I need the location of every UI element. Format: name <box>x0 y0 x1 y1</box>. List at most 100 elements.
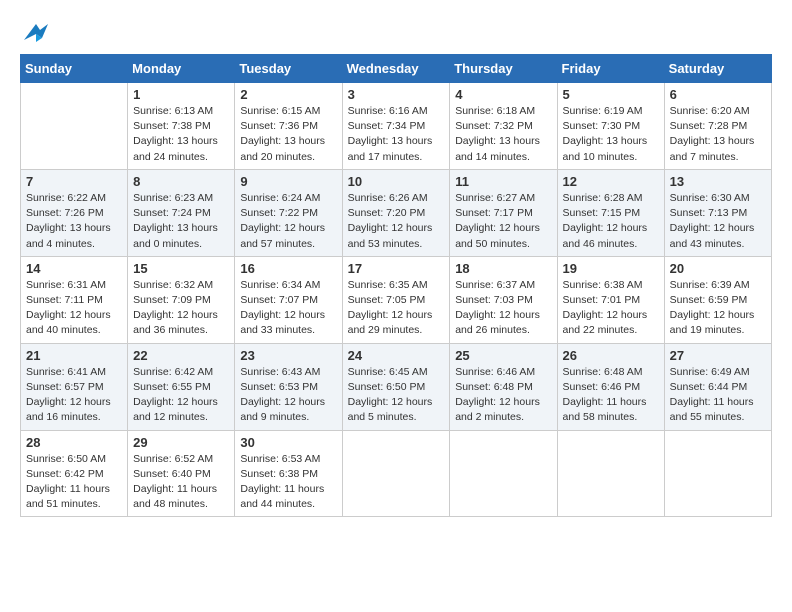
weekday-header-wednesday: Wednesday <box>342 55 450 83</box>
calendar-table: SundayMondayTuesdayWednesdayThursdayFrid… <box>20 54 772 517</box>
day-info: Sunrise: 6:26 AMSunset: 7:20 PMDaylight:… <box>348 191 445 252</box>
day-cell-12: 12 Sunrise: 6:28 AMSunset: 7:15 PMDayligh… <box>557 169 664 256</box>
day-info: Sunrise: 6:53 AMSunset: 6:38 PMDaylight:… <box>240 452 336 513</box>
day-cell-17: 17 Sunrise: 6:35 AMSunset: 7:05 PMDayligh… <box>342 256 450 343</box>
empty-cell <box>342 430 450 517</box>
day-info: Sunrise: 6:48 AMSunset: 6:46 PMDaylight:… <box>563 365 659 426</box>
day-number: 8 <box>133 174 229 189</box>
empty-cell <box>557 430 664 517</box>
day-info: Sunrise: 6:24 AMSunset: 7:22 PMDaylight:… <box>240 191 336 252</box>
day-cell-5: 5Sunrise: 6:19 AMSunset: 7:30 PMDaylight… <box>557 83 664 170</box>
day-info: Sunrise: 6:46 AMSunset: 6:48 PMDaylight:… <box>455 365 551 426</box>
weekday-header-friday: Friday <box>557 55 664 83</box>
empty-cell <box>21 83 128 170</box>
day-number: 21 <box>26 348 122 363</box>
week-row-2: 7Sunrise: 6:22 AMSunset: 7:26 PMDaylight… <box>21 169 772 256</box>
day-number: 9 <box>240 174 336 189</box>
day-info: Sunrise: 6:30 AMSunset: 7:13 PMDaylight:… <box>670 191 766 252</box>
day-cell-13: 13 Sunrise: 6:30 AMSunset: 7:13 PMDayligh… <box>664 169 771 256</box>
day-number: 6 <box>670 87 766 102</box>
day-number: 7 <box>26 174 122 189</box>
day-info: Sunrise: 6:49 AMSunset: 6:44 PMDaylight:… <box>670 365 766 426</box>
day-cell-4: 4 Sunrise: 6:18 AMSunset: 7:32 PMDaylight… <box>450 83 557 170</box>
day-number: 18 <box>455 261 551 276</box>
day-cell-19: 19 Sunrise: 6:38 AMSunset: 7:01 PMDayligh… <box>557 256 664 343</box>
day-info: Sunrise: 6:34 AMSunset: 7:07 PMDaylight:… <box>240 278 336 339</box>
day-number: 4 <box>455 87 551 102</box>
day-number: 11 <box>455 174 551 189</box>
day-info: Sunrise: 6:13 AMSunset: 7:38 PMDaylight:… <box>133 104 229 165</box>
day-cell-3: 3 Sunrise: 6:16 AMSunset: 7:34 PMDaylight… <box>342 83 450 170</box>
day-number: 14 <box>26 261 122 276</box>
day-cell-28: 28Sunrise: 6:50 AMSunset: 6:42 PMDayligh… <box>21 430 128 517</box>
day-cell-8: 8 Sunrise: 6:23 AMSunset: 7:24 PMDaylight… <box>128 169 235 256</box>
day-number: 27 <box>670 348 766 363</box>
day-cell-29: 29 Sunrise: 6:52 AMSunset: 6:40 PMDayligh… <box>128 430 235 517</box>
day-info: Sunrise: 6:20 AMSunset: 7:28 PMDaylight:… <box>670 104 766 165</box>
day-info: Sunrise: 6:23 AMSunset: 7:24 PMDaylight:… <box>133 191 229 252</box>
day-number: 17 <box>348 261 445 276</box>
day-number: 29 <box>133 435 229 450</box>
day-cell-14: 14 Sunrise: 6:31 AMSunset: 7:11 PMDayligh… <box>21 256 128 343</box>
day-cell-9: 9 Sunrise: 6:24 AMSunset: 7:22 PMDaylight… <box>235 169 342 256</box>
day-info: Sunrise: 6:39 AMSunset: 6:59 PMDaylight:… <box>670 278 766 339</box>
day-number: 28 <box>26 435 122 450</box>
day-cell-18: 18 Sunrise: 6:37 AMSunset: 7:03 PMDayligh… <box>450 256 557 343</box>
day-cell-1: 1 Sunrise: 6:13 AMSunset: 7:38 PMDaylight… <box>128 83 235 170</box>
day-number: 10 <box>348 174 445 189</box>
day-cell-15: 15 Sunrise: 6:32 AMSunset: 7:09 PMDayligh… <box>128 256 235 343</box>
day-info: Sunrise: 6:16 AMSunset: 7:34 PMDaylight:… <box>348 104 445 165</box>
day-info: Sunrise: 6:31 AMSunset: 7:11 PMDaylight:… <box>26 278 122 339</box>
day-cell-10: 10 Sunrise: 6:26 AMSunset: 7:20 PMDayligh… <box>342 169 450 256</box>
week-row-3: 14 Sunrise: 6:31 AMSunset: 7:11 PMDayligh… <box>21 256 772 343</box>
day-number: 3 <box>348 87 445 102</box>
day-info: Sunrise: 6:45 AMSunset: 6:50 PMDaylight:… <box>348 365 445 426</box>
day-number: 15 <box>133 261 229 276</box>
weekday-header-row: SundayMondayTuesdayWednesdayThursdayFrid… <box>21 55 772 83</box>
day-info: Sunrise: 6:52 AMSunset: 6:40 PMDaylight:… <box>133 452 229 513</box>
day-info: Sunrise: 6:32 AMSunset: 7:09 PMDaylight:… <box>133 278 229 339</box>
day-number: 23 <box>240 348 336 363</box>
day-info: Sunrise: 6:38 AMSunset: 7:01 PMDaylight:… <box>563 278 659 339</box>
day-number: 5 <box>563 87 659 102</box>
empty-cell <box>664 430 771 517</box>
week-row-1: 1 Sunrise: 6:13 AMSunset: 7:38 PMDaylight… <box>21 83 772 170</box>
day-cell-30: 30 Sunrise: 6:53 AMSunset: 6:38 PMDayligh… <box>235 430 342 517</box>
logo-icon <box>20 20 52 44</box>
day-cell-20: 20 Sunrise: 6:39 AMSunset: 6:59 PMDayligh… <box>664 256 771 343</box>
day-number: 12 <box>563 174 659 189</box>
day-number: 24 <box>348 348 445 363</box>
day-info: Sunrise: 6:37 AMSunset: 7:03 PMDaylight:… <box>455 278 551 339</box>
day-cell-25: 25Sunrise: 6:46 AMSunset: 6:48 PMDayligh… <box>450 343 557 430</box>
day-cell-6: 6 Sunrise: 6:20 AMSunset: 7:28 PMDaylight… <box>664 83 771 170</box>
day-number: 16 <box>240 261 336 276</box>
weekday-header-monday: Monday <box>128 55 235 83</box>
week-row-4: 21 Sunrise: 6:41 AMSunset: 6:57 PMDayligh… <box>21 343 772 430</box>
day-info: Sunrise: 6:18 AMSunset: 7:32 PMDaylight:… <box>455 104 551 165</box>
day-number: 30 <box>240 435 336 450</box>
day-cell-22: 22 Sunrise: 6:42 AMSunset: 6:55 PMDayligh… <box>128 343 235 430</box>
weekday-header-tuesday: Tuesday <box>235 55 342 83</box>
day-info: Sunrise: 6:35 AMSunset: 7:05 PMDaylight:… <box>348 278 445 339</box>
day-number: 22 <box>133 348 229 363</box>
day-cell-7: 7Sunrise: 6:22 AMSunset: 7:26 PMDaylight… <box>21 169 128 256</box>
day-info: Sunrise: 6:28 AMSunset: 7:15 PMDaylight:… <box>563 191 659 252</box>
logo <box>20 20 54 44</box>
day-number: 20 <box>670 261 766 276</box>
day-cell-2: 2Sunrise: 6:15 AMSunset: 7:36 PMDaylight… <box>235 83 342 170</box>
day-info: Sunrise: 6:27 AMSunset: 7:17 PMDaylight:… <box>455 191 551 252</box>
day-cell-24: 24 Sunrise: 6:45 AMSunset: 6:50 PMDayligh… <box>342 343 450 430</box>
day-number: 1 <box>133 87 229 102</box>
day-cell-26: 26 Sunrise: 6:48 AMSunset: 6:46 PMDayligh… <box>557 343 664 430</box>
day-number: 26 <box>563 348 659 363</box>
day-cell-27: 27 Sunrise: 6:49 AMSunset: 6:44 PMDayligh… <box>664 343 771 430</box>
day-number: 2 <box>240 87 336 102</box>
weekday-header-thursday: Thursday <box>450 55 557 83</box>
day-number: 13 <box>670 174 766 189</box>
day-info: Sunrise: 6:42 AMSunset: 6:55 PMDaylight:… <box>133 365 229 426</box>
day-number: 19 <box>563 261 659 276</box>
day-cell-23: 23 Sunrise: 6:43 AMSunset: 6:53 PMDayligh… <box>235 343 342 430</box>
day-info: Sunrise: 6:41 AMSunset: 6:57 PMDaylight:… <box>26 365 122 426</box>
day-cell-16: 16 Sunrise: 6:34 AMSunset: 7:07 PMDayligh… <box>235 256 342 343</box>
day-info: Sunrise: 6:43 AMSunset: 6:53 PMDaylight:… <box>240 365 336 426</box>
